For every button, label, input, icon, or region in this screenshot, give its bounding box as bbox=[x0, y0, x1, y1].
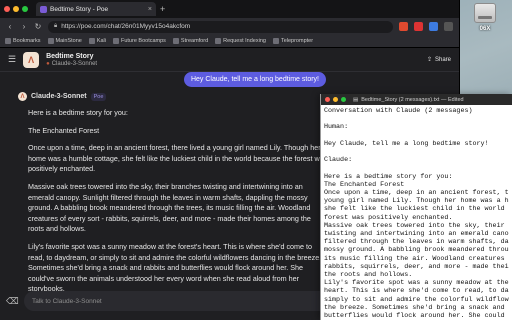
editor-line: Conversation with Claude (2 messages) bbox=[324, 107, 473, 115]
bot-name[interactable]: Claude-3-Sonnet bbox=[52, 61, 97, 67]
bookmark-icon bbox=[215, 38, 222, 44]
bot-small-icon: ● bbox=[46, 61, 50, 67]
brave-shield-icon[interactable] bbox=[399, 22, 408, 31]
editor-line: young girl named Lily. Though her home w… bbox=[324, 197, 509, 206]
share-button[interactable]: ⇪ Share bbox=[426, 56, 451, 64]
bookmark-icon bbox=[172, 38, 179, 44]
editor-line: butterflies would flock around her. She … bbox=[324, 312, 505, 320]
editor-line: mossy ground. A babbling brook meandered… bbox=[324, 246, 509, 255]
editor-line: heart. This is where she'd come to read,… bbox=[324, 287, 509, 296]
editor-line: forest was positively enchanted. bbox=[324, 213, 453, 222]
bookmark-item[interactable]: Streamford bbox=[172, 38, 208, 44]
menu-icon[interactable]: ☰ bbox=[8, 54, 16, 65]
editor-title: Bedtime_Story (2 messages).txt — Edited bbox=[361, 96, 464, 103]
bookmark-item[interactable]: Future Bootcamps bbox=[112, 38, 166, 44]
share-label: Share bbox=[434, 56, 451, 63]
bookmark-item[interactable]: Teleprompter bbox=[272, 38, 313, 44]
editor-minimize-button[interactable] bbox=[333, 97, 338, 102]
lock-icon: 🔒︎ bbox=[54, 23, 58, 29]
editor-line: she felt like the luckiest child in the … bbox=[324, 205, 505, 214]
editor-line: Lily's favorite spot was a sunny meadow … bbox=[324, 279, 509, 288]
share-icon: ⇪ bbox=[426, 57, 432, 63]
editor-line: filtered through the leaves in warm shaf… bbox=[324, 238, 509, 247]
editor-line: Here is a bedtime story for you: bbox=[324, 172, 453, 181]
editor-line: rabbits, squirrels, deer, and more - mad… bbox=[324, 262, 509, 271]
response-paragraph: Here is a bedtime story for you: bbox=[28, 108, 128, 117]
extension-red-icon[interactable] bbox=[414, 22, 423, 31]
bot-avatar[interactable]: Λ bbox=[23, 51, 40, 68]
editor-line: simply to sit and admire the colorful wi… bbox=[324, 295, 509, 304]
extensions-menu-icon[interactable] bbox=[444, 22, 453, 31]
chat-title: Bedtime Story bbox=[46, 53, 94, 60]
editor-line: Claude: bbox=[324, 156, 353, 165]
bookmark-icon bbox=[5, 38, 11, 44]
minimize-window-button[interactable] bbox=[13, 6, 19, 12]
tab-bar: Bedtime Story - Poe × + bbox=[0, 0, 459, 18]
document-icon: ▤ bbox=[353, 96, 359, 103]
navigation-bar: ‹ › ↻ 🔒︎ https://poe.com/chat/26n01Myyv1… bbox=[0, 18, 459, 35]
editor-line: the breeze. Sometimes she'd bring a snac… bbox=[324, 303, 505, 312]
window-controls bbox=[4, 6, 28, 12]
extension-blue-icon[interactable] bbox=[429, 22, 438, 31]
text-editor-window: ▤ Bedtime_Story (2 messages).txt — Edite… bbox=[320, 94, 512, 320]
drive-icon[interactable]: 06X bbox=[464, 3, 506, 32]
clear-context-icon[interactable]: ⌫ bbox=[6, 296, 19, 307]
bookmark-item[interactable]: Kali bbox=[88, 38, 106, 44]
address-bar[interactable]: 🔒︎ https://poe.com/chat/26n01Myyv15o4akc… bbox=[48, 20, 393, 33]
editor-line: its music filling the air. Woodland crea… bbox=[324, 254, 505, 263]
forward-icon[interactable]: › bbox=[20, 22, 28, 31]
editor-line: Massive oak trees towered into the sky, … bbox=[324, 221, 505, 230]
zoom-window-button[interactable] bbox=[22, 6, 28, 12]
close-window-button[interactable] bbox=[4, 6, 10, 12]
editor-title-bar: ▤ Bedtime_Story (2 messages).txt — Edite… bbox=[321, 94, 512, 105]
hard-drive-icon bbox=[474, 3, 496, 23]
poe-favicon-icon bbox=[40, 5, 47, 13]
editor-line: The Enchanted Forest bbox=[324, 180, 405, 189]
tab-title: Bedtime Story - Poe bbox=[50, 5, 109, 13]
response-paragraph: Once upon a time, deep in an ancient for… bbox=[28, 143, 328, 174]
user-message-bubble: Hey Claude, tell me a long bedtime story… bbox=[183, 72, 326, 87]
claude-avatar: Λ bbox=[18, 92, 27, 101]
tab-bedtime-story[interactable]: Bedtime Story - Poe × bbox=[36, 2, 156, 16]
bookmark-icon bbox=[272, 38, 279, 44]
responder-name[interactable]: Claude-3-Sonnet bbox=[31, 93, 87, 100]
response-paragraph: The Enchanted Forest bbox=[28, 125, 100, 135]
editor-close-button[interactable] bbox=[325, 97, 330, 102]
bookmark-icon bbox=[112, 38, 119, 44]
editor-text-area[interactable]: Conversation with Claude (2 messages) Hu… bbox=[321, 105, 512, 320]
chat-header: ☰ Λ Bedtime Story ● Claude-3-Sonnet ⇪ Sh… bbox=[0, 48, 459, 72]
reload-icon[interactable]: ↻ bbox=[34, 22, 42, 31]
drive-label: 06X bbox=[479, 26, 491, 32]
poe-badge: Poe bbox=[90, 92, 107, 101]
bookmark-icon bbox=[88, 38, 95, 44]
close-tab-icon[interactable]: × bbox=[148, 6, 152, 13]
bookmarks-bar: Bookmarks MainStone Kali Future Bootcamp… bbox=[0, 35, 459, 48]
editor-line: Human: bbox=[324, 123, 349, 132]
editor-line: Hey Claude, tell me a long bedtime story… bbox=[324, 139, 489, 148]
back-icon[interactable]: ‹ bbox=[6, 22, 14, 31]
bookmark-item[interactable]: MainStone bbox=[47, 38, 82, 44]
bookmark-item[interactable]: Request Indexing bbox=[215, 38, 266, 44]
bookmark-item[interactable]: Bookmarks bbox=[5, 38, 41, 44]
bookmark-icon bbox=[47, 38, 54, 44]
response-text: Here is a bedtime story for you: The Enc… bbox=[28, 108, 328, 302]
response-header: Λ Claude-3-Sonnet Poe bbox=[18, 92, 107, 101]
response-paragraph: Massive oak trees towered into the sky, … bbox=[28, 181, 311, 234]
url-text: https://poe.com/chat/26n01Myyv15o4akcfom bbox=[61, 23, 191, 30]
editor-line: Once upon a time, deep in an ancient for… bbox=[324, 189, 509, 198]
editor-line: the roots and hollows. bbox=[324, 271, 413, 280]
editor-line: twisting and intertwining into an emeral… bbox=[324, 230, 509, 239]
response-paragraph: Lily's favorite spot was a sunny meadow … bbox=[28, 241, 322, 294]
new-tab-button[interactable]: + bbox=[160, 4, 165, 14]
editor-zoom-button[interactable] bbox=[341, 97, 346, 102]
editor-window-controls bbox=[325, 97, 346, 102]
